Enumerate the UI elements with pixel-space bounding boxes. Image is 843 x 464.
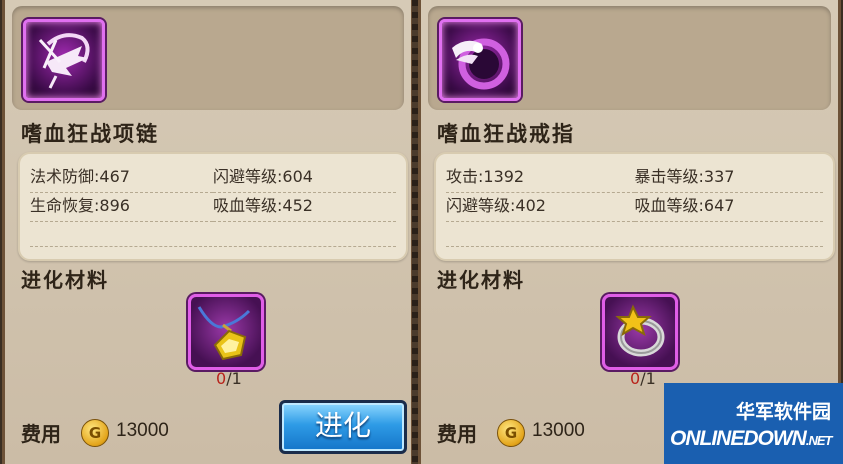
stat-lifesteal-level: 吸血等级:647 — [634, 193, 823, 222]
stat-attack: 攻击:1392 — [446, 164, 635, 193]
material-count: 0/1 — [216, 369, 242, 388]
item-panel-necklace: 嗜血狂战项链 法术防御:467 闪避等级:604 生命恢复:896 吸血等级:4… — [2, 0, 414, 464]
necklace-wing-icon[interactable] — [23, 19, 105, 101]
stat-crit-level: 暴击等级:337 — [634, 164, 823, 193]
stat-magic-defense: 法术防御:467 — [30, 164, 213, 193]
evolution-materials-title: 进化材料 — [437, 268, 525, 292]
item-name: 嗜血狂战戒指 — [437, 122, 575, 146]
watermark-en-main: ONLINEDOWN — [670, 427, 807, 450]
material-count-total: /1 — [640, 369, 656, 388]
stats-grid: 法术防御:467 闪避等级:604 生命恢复:896 吸血等级:452 — [30, 164, 396, 247]
watermark-en: ONLINEDOWN.NET — [670, 427, 833, 451]
item-name: 嗜血狂战项链 — [21, 122, 159, 146]
gem-pendant-icon[interactable] — [188, 294, 264, 370]
stat-dodge-level: 闪避等级:402 — [446, 193, 635, 222]
stats-box: 法术防御:467 闪避等级:604 生命恢复:896 吸血等级:452 — [18, 152, 408, 261]
gold-coin-icon: G — [497, 419, 525, 447]
stat-dodge-level: 闪避等级:604 — [213, 164, 396, 193]
gold-coin-icon: G — [81, 419, 109, 447]
material-count: 0/1 — [630, 369, 656, 388]
stat-empty-row — [30, 222, 396, 247]
cost-label: 费用 — [437, 422, 477, 446]
gold-ring-icon[interactable] — [602, 294, 678, 370]
stats-grid: 攻击:1392 暴击等级:337 闪避等级:402 吸血等级:647 — [446, 164, 823, 247]
watermark-cn: 华军软件园 — [735, 401, 831, 423]
stat-hp-regen: 生命恢复:896 — [30, 193, 213, 222]
stat-lifesteal-level: 吸血等级:452 — [213, 193, 396, 222]
material-count-current: 0 — [216, 369, 227, 388]
stat-empty-row — [446, 222, 823, 247]
watermark-en-suffix: .NET — [805, 433, 833, 448]
stats-box: 攻击:1392 暴击等级:337 闪避等级:402 吸血等级:647 — [434, 152, 835, 261]
evolution-materials-title: 进化材料 — [21, 268, 109, 292]
cost-value: 13000 — [116, 420, 169, 441]
ring-wing-icon[interactable] — [439, 19, 521, 101]
material-count-total: /1 — [226, 369, 242, 388]
watermark: 华军软件园 ONLINEDOWN.NET — [664, 383, 843, 464]
cost-label: 费用 — [21, 422, 61, 446]
evolve-button[interactable]: 进化 — [279, 400, 407, 454]
material-count-current: 0 — [630, 369, 641, 388]
cost-value: 13000 — [532, 420, 585, 441]
